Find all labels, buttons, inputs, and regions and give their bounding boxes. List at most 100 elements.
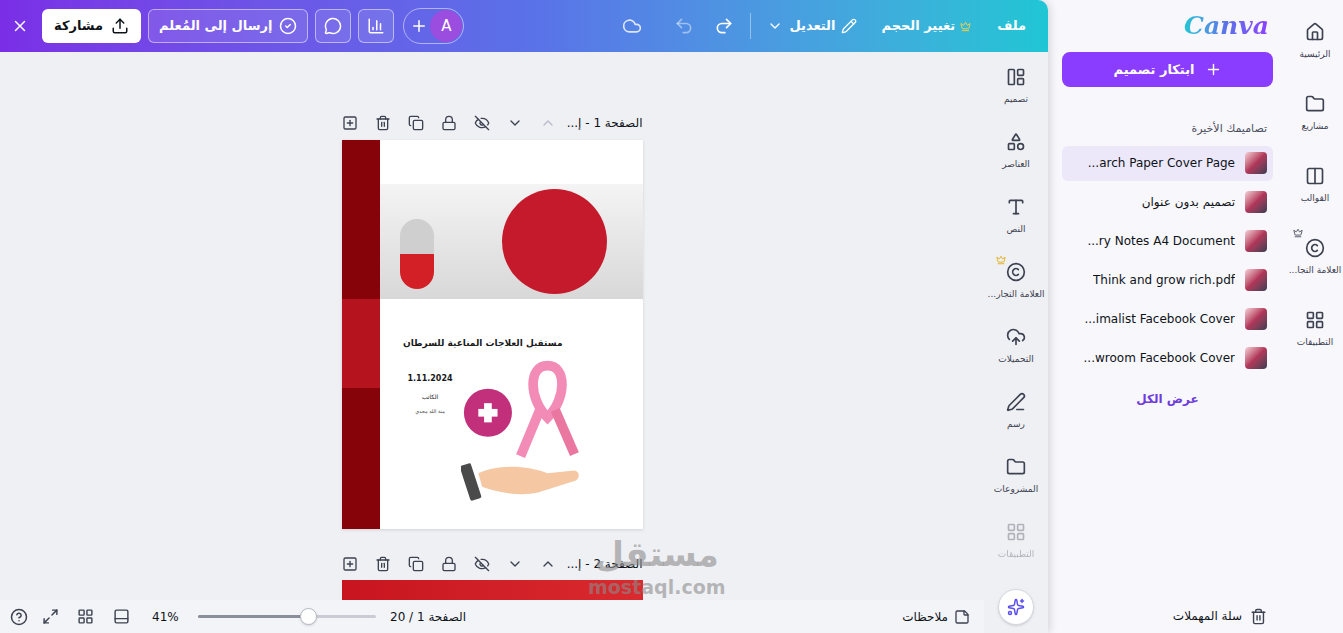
tool-icon <box>1006 327 1026 347</box>
tool-icon <box>1006 197 1026 217</box>
notes-icon <box>954 609 970 625</box>
hide-page-icon[interactable] <box>474 115 490 131</box>
tool-icon <box>1006 457 1026 477</box>
close-button[interactable] <box>4 10 36 42</box>
tool-item[interactable]: التحميلات <box>984 314 1048 379</box>
recent-item[interactable]: ...imalist Facebook Cover <box>1062 302 1273 337</box>
tool-item[interactable]: النص <box>984 184 1048 249</box>
resize-button[interactable]: تغيير الحجم <box>875 9 977 43</box>
page-content: مستقبل العلاجات المناعية للسرطان1.11.202… <box>380 140 643 529</box>
tool-rail: تصميمالعناصرالنصالعلامة التجار...التحميل… <box>984 52 1048 633</box>
help-icon[interactable] <box>10 608 28 626</box>
cover-photo <box>380 184 643 299</box>
recent-item[interactable]: ...arch Paper Cover Page <box>1062 146 1273 181</box>
add-collaborator-icon[interactable] <box>410 17 428 35</box>
close-icon <box>11 17 29 35</box>
design-thumbnail <box>1245 269 1267 291</box>
author-label[interactable]: الكاتب <box>422 392 438 401</box>
recent-title: تصاميمك الأخيرة <box>1062 121 1273 138</box>
zoom-value[interactable]: 41% <box>152 608 186 626</box>
document-title[interactable]: مستقبل العلاجات المناعية للسرطان <box>403 337 562 351</box>
grid-view-icon[interactable] <box>77 608 94 625</box>
page-down-icon[interactable] <box>507 115 523 131</box>
share-icon <box>111 17 129 35</box>
zoom-knob[interactable] <box>300 608 317 625</box>
redo-icon[interactable] <box>714 16 734 36</box>
crown-icon <box>1293 228 1303 238</box>
hide-page-icon[interactable] <box>474 556 490 572</box>
pages-view-icon[interactable] <box>113 608 130 625</box>
tool-item[interactable]: التطبيقات <box>984 509 1048 574</box>
zoom-slider[interactable] <box>198 609 376 625</box>
tool-item[interactable]: رسم <box>984 379 1048 444</box>
nav-item[interactable]: القوالب <box>1287 150 1343 222</box>
nav-item[interactable]: الرئيسية <box>1287 6 1343 78</box>
share-button[interactable]: مشاركة <box>42 9 141 43</box>
chevron-down-icon <box>767 18 783 34</box>
create-design-button[interactable]: ابتكار تصميم <box>1062 52 1273 87</box>
tool-item[interactable]: العلامة التجار... <box>984 249 1048 314</box>
tool-item[interactable]: العناصر <box>984 119 1048 184</box>
delete-page-icon[interactable] <box>375 556 391 572</box>
save-status-icon[interactable] <box>622 16 642 36</box>
page-counter[interactable]: الصفحة 1 / 20 <box>390 608 466 626</box>
tool-item[interactable]: المشروعات <box>984 444 1048 509</box>
page-label[interactable]: الصفحة 2 - إ... <box>567 555 643 573</box>
edit-button[interactable]: التعديل <box>761 9 863 43</box>
page-up-icon[interactable] <box>540 115 556 131</box>
design-thumbnail <box>1245 191 1267 213</box>
recent-item[interactable]: Think and grow rich.pdf <box>1062 263 1273 298</box>
insights-button[interactable] <box>358 9 394 43</box>
home-panel: Canva ابتكار تصميم تصاميمك الأخيرة ...arch … <box>1048 0 1287 633</box>
tool-icon <box>1006 522 1026 542</box>
tool-icon <box>1006 262 1026 282</box>
tool-item[interactable]: تصميم <box>984 54 1048 119</box>
file-button[interactable]: ملف <box>991 9 1032 43</box>
comment-button[interactable] <box>315 9 351 43</box>
duplicate-page-icon[interactable] <box>408 556 424 572</box>
recent-item[interactable]: ...ry Notes A4 Document <box>1062 224 1273 259</box>
design-thumbnail <box>1245 152 1267 174</box>
plus-icon <box>1205 61 1222 78</box>
editor: مشاركةإرسال إلى المُعلم A التعديل تغيير الح… <box>0 0 1048 633</box>
nav-item[interactable]: التطبيقات <box>1287 294 1343 366</box>
fullscreen-icon[interactable] <box>42 608 59 625</box>
notes-button[interactable]: ملاحظات <box>902 608 970 626</box>
undo-icon[interactable] <box>674 16 694 36</box>
nav-icon <box>1305 94 1325 114</box>
send-to-teacher-button[interactable]: إرسال إلى المُعلم <box>148 9 308 43</box>
view-all-link[interactable]: عرض الكل <box>1136 390 1198 408</box>
add-page-icon[interactable] <box>342 115 358 131</box>
editor-body: الصفحة 1 - إ... مستقبل العلاجات المناعية … <box>0 52 1048 633</box>
lock-page-icon[interactable] <box>441 115 457 131</box>
chart-icon <box>367 17 385 35</box>
duplicate-page-icon[interactable] <box>408 115 424 131</box>
nav-icon <box>1305 166 1325 186</box>
recent-item[interactable]: ...wroom Facebook Cover <box>1062 341 1273 376</box>
recent-list: ...arch Paper Cover Page تصميم بدون عنوان… <box>1062 146 1273 376</box>
lock-page-icon[interactable] <box>441 556 457 572</box>
trash-link[interactable]: سلة المهملات <box>1062 607 1273 625</box>
sparkles-icon <box>1007 598 1025 616</box>
canva-logo[interactable]: Canva <box>1184 10 1269 42</box>
nav-item[interactable]: العلامة التجا... <box>1287 222 1343 294</box>
nav-item[interactable]: مشاريع <box>1287 78 1343 150</box>
page-up-icon[interactable] <box>540 556 556 572</box>
page-down-icon[interactable] <box>507 556 523 572</box>
recent-item[interactable]: تصميم بدون عنوان <box>1062 185 1273 220</box>
design-thumbnail <box>1245 230 1267 252</box>
page-canvas[interactable]: مستقبل العلاجات المناعية للسرطان1.11.202… <box>342 140 643 529</box>
page-label[interactable]: الصفحة 1 - إ... <box>567 114 643 132</box>
add-page-icon[interactable] <box>342 556 358 572</box>
trash-icon <box>1250 608 1267 625</box>
author-name[interactable]: منة الله مجدي <box>415 408 445 416</box>
magic-button[interactable] <box>998 589 1034 625</box>
delete-page-icon[interactable] <box>375 115 391 131</box>
document-date[interactable]: 1.11.2024 <box>408 373 453 385</box>
canvas-scroll: الصفحة 1 - إ... مستقبل العلاجات المناعية … <box>0 52 984 600</box>
page-canvas[interactable] <box>342 580 643 600</box>
document-meta: 1.11.2024 الكاتب منة الله مجدي <box>408 351 453 530</box>
avatar[interactable]: A <box>430 10 462 42</box>
comment-icon <box>324 17 342 35</box>
crown-icon <box>960 21 971 32</box>
